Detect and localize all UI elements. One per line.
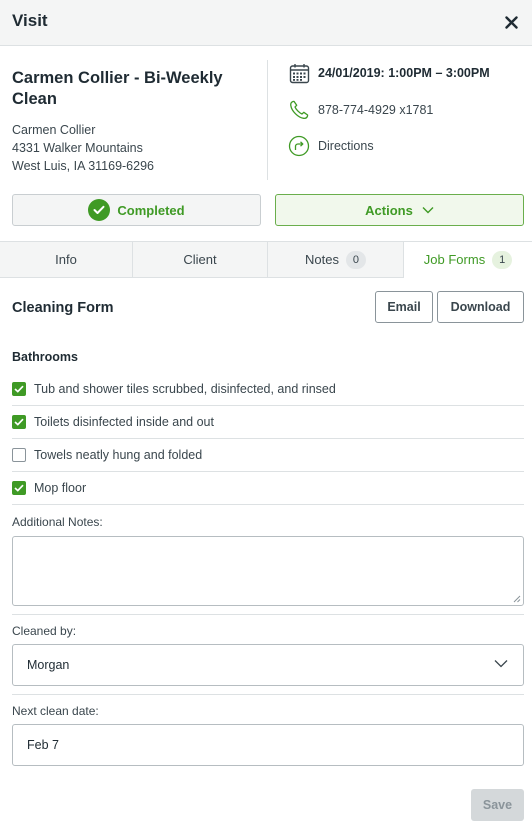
check-circle-icon: [88, 199, 111, 221]
client-name: Carmen Collier: [12, 123, 96, 137]
tab-label: Client: [183, 252, 217, 267]
notes-textarea[interactable]: [12, 536, 524, 606]
checklist-label: Tub and shower tiles scrubbed, disinfect…: [34, 382, 336, 396]
vertical-divider: [267, 60, 268, 180]
tab-bar: Info Client Notes 0 Job Forms 1: [0, 241, 532, 278]
checklist-label: Mop floor: [34, 481, 87, 495]
resize-grip-icon[interactable]: [513, 595, 521, 603]
visit-date: 24/01/2019: 1:00PM – 3:00PM: [318, 66, 490, 80]
visit-header: Visit: [0, 0, 532, 46]
visit-date-row: 24/01/2019: 1:00PM – 3:00PM: [288, 62, 490, 84]
checklist-item[interactable]: Tub and shower tiles scrubbed, disinfect…: [12, 373, 524, 406]
client-block: Carmen Collier - Bi-Weekly Clean Carmen …: [12, 68, 262, 175]
cleaned-by-label: Cleaned by:: [12, 624, 77, 638]
checklist-item[interactable]: Mop floor: [12, 472, 524, 505]
chevron-down-icon: [494, 660, 508, 668]
cleaned-by-value: Morgan: [27, 658, 70, 672]
client-city: West Luis, IA 31169-6296: [12, 159, 154, 173]
checkbox-checked[interactable]: [12, 415, 26, 429]
tab-job-forms[interactable]: Job Forms 1: [404, 242, 532, 278]
tab-label: Notes: [305, 252, 339, 267]
visit-title: Carmen Collier - Bi-Weekly Clean: [12, 69, 223, 108]
cleaned-by-select[interactable]: Morgan: [12, 644, 524, 686]
completed-button[interactable]: Completed: [12, 194, 261, 226]
checklist-item[interactable]: Toilets disinfected inside and out: [12, 406, 524, 439]
next-date-label: Next clean date:: [12, 704, 99, 718]
email-button[interactable]: Email: [375, 291, 433, 323]
notes-label: Additional Notes:: [12, 515, 103, 529]
completed-label: Completed: [117, 202, 185, 218]
next-date-value: Feb 7: [27, 738, 59, 752]
divider: [12, 614, 524, 615]
page-title: Visit: [12, 11, 48, 30]
divider: [12, 694, 524, 695]
actions-button[interactable]: Actions: [275, 194, 524, 226]
section-heading: Bathrooms: [12, 350, 78, 364]
directions-icon: [288, 135, 310, 157]
checklist-item[interactable]: Towels neatly hung and folded: [12, 439, 524, 472]
checkbox-unchecked[interactable]: [12, 448, 26, 462]
client-street: 4331 Walker Mountains: [12, 141, 143, 155]
download-button[interactable]: Download: [437, 291, 524, 323]
save-button[interactable]: Save: [471, 789, 524, 821]
tab-client[interactable]: Client: [133, 242, 268, 278]
directions-label: Directions: [318, 139, 374, 153]
phone-icon: [288, 99, 310, 121]
checklist-label: Toilets disinfected inside and out: [34, 415, 214, 429]
calendar-icon: [288, 62, 310, 84]
client-address: Carmen Collier 4331 Walker Mountains Wes…: [12, 121, 262, 175]
actions-label: Actions: [365, 202, 413, 218]
phone-row[interactable]: 878-774-4929 x1781: [288, 99, 433, 121]
chevron-down-icon: [422, 207, 434, 214]
phone-number: 878-774-4929 x1781: [318, 103, 434, 117]
tab-label: Job Forms: [423, 252, 486, 267]
directions-link[interactable]: Directions: [288, 135, 374, 157]
checkbox-checked[interactable]: [12, 382, 26, 396]
tab-label: Info: [55, 252, 77, 267]
tab-info[interactable]: Info: [0, 242, 133, 278]
notes-count-badge: 0: [345, 250, 366, 269]
close-icon[interactable]: [500, 11, 522, 33]
job-forms-count-badge: 1: [492, 250, 513, 269]
checkbox-checked[interactable]: [12, 481, 26, 495]
next-date-input[interactable]: Feb 7: [12, 724, 524, 766]
tab-notes[interactable]: Notes 0: [268, 242, 404, 278]
checklist-label: Towels neatly hung and folded: [34, 448, 203, 462]
form-title: Cleaning Form: [12, 300, 114, 316]
